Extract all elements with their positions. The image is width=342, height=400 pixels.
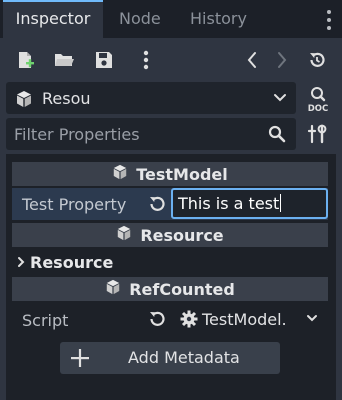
more-icon[interactable] [140, 49, 152, 71]
history-icon[interactable] [306, 49, 328, 71]
section-header-resource: Resource [12, 223, 328, 247]
tab-history[interactable]: History [190, 0, 247, 38]
revert-icon[interactable] [146, 309, 168, 329]
section-title: Resource [140, 225, 224, 245]
script-value[interactable]: TestModel. [202, 310, 287, 329]
chevron-down-icon [272, 91, 288, 109]
cube-icon [105, 279, 121, 299]
tab-inspector[interactable]: Inspector [3, 0, 103, 38]
chevron-down-icon[interactable] [304, 311, 320, 327]
cube-icon [116, 225, 132, 245]
cube-icon [15, 90, 33, 112]
back-icon[interactable] [244, 49, 260, 71]
add-metadata-label: Add Metadata [128, 348, 240, 367]
section-title: RefCounted [129, 279, 235, 299]
forward-icon[interactable] [274, 49, 290, 71]
add-metadata-button[interactable]: Add Metadata [60, 342, 280, 374]
section-header-refcounted: RefCounted [12, 277, 328, 301]
section-header-testmodel: TestModel [12, 162, 328, 186]
resource-selector-label: Resou [42, 89, 91, 108]
open-documentation-button[interactable]: DOC [304, 84, 332, 114]
revert-icon[interactable] [146, 194, 168, 214]
tab-node[interactable]: Node [119, 0, 161, 38]
doc-label: DOC [308, 104, 329, 113]
group-resource[interactable]: Resource [12, 250, 328, 274]
chevron-right-icon [16, 255, 26, 269]
save-icon[interactable] [93, 49, 115, 71]
plus-icon [70, 348, 90, 372]
search-icon [268, 125, 286, 147]
text-caret [280, 194, 282, 212]
filter-properties-input[interactable]: Filter Properties [6, 118, 296, 150]
input-value: This is a test [178, 194, 280, 213]
property-label: Script [22, 311, 69, 330]
resource-selector[interactable]: Resou [6, 82, 296, 114]
cube-icon [112, 164, 128, 184]
dock-menu-icon[interactable] [324, 10, 334, 30]
property-label: Test Property [22, 195, 127, 214]
new-resource-icon[interactable] [14, 49, 36, 71]
test-property-input[interactable]: This is a test [171, 188, 328, 219]
tools-icon[interactable] [304, 120, 332, 148]
dock-tab-bar: Inspector Node History [0, 0, 342, 38]
filter-placeholder: Filter Properties [14, 125, 140, 144]
script-gear-icon [178, 309, 200, 329]
group-title: Resource [30, 252, 114, 272]
open-folder-icon[interactable] [52, 49, 76, 71]
section-title: TestModel [136, 164, 228, 184]
